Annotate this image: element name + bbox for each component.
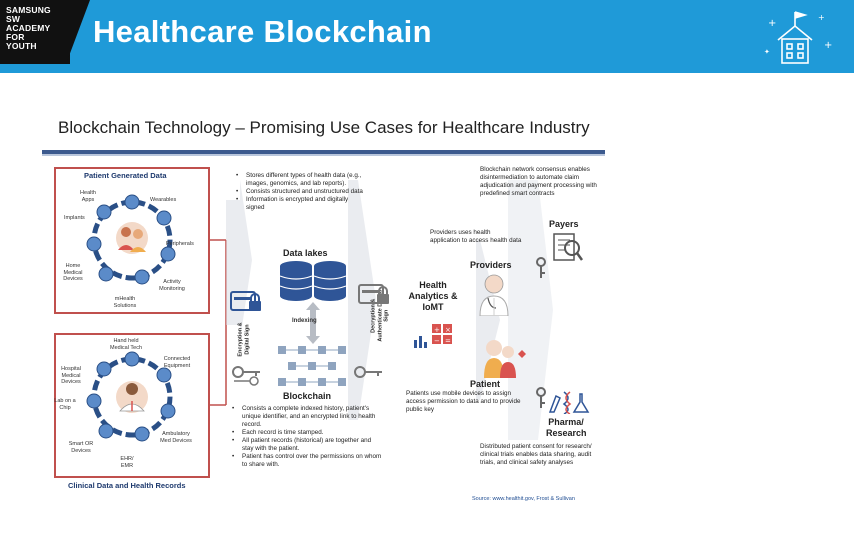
- payers-description: Blockchain network consensus enables dis…: [480, 166, 597, 197]
- samsung-sw-academy-logo: SAMSUNG SW ACADEMY FOR YOUTH: [0, 0, 70, 64]
- logo-corner-shape: [66, 0, 90, 64]
- svg-text:−: −: [434, 337, 440, 345]
- blockchain-heading: Blockchain: [283, 391, 332, 401]
- data-lakes-bullet: Information is encrypted and digitally s…: [236, 196, 366, 212]
- patient-generated-data-title: Patient Generated Data: [84, 171, 167, 180]
- blockchain-bullet: Consists a complete indexed history, pat…: [232, 405, 382, 429]
- pharma-research-description: Distributed patient consent for research…: [480, 443, 592, 466]
- svg-text:+: +: [824, 40, 832, 51]
- school-house-icon: + + + ✦: [764, 11, 832, 64]
- patient-description: Patients use mobile devices to assign ac…: [406, 390, 521, 413]
- encryption-digital-sign-label: Encryption & Digital Sign: [237, 322, 251, 357]
- data-lakes-description: Stores different types of health data (e…: [236, 172, 366, 212]
- label-mhealth-solutions: mHealth Solutions: [113, 296, 137, 309]
- payers-clipboard-icon: [553, 233, 584, 261]
- label-peripherals: Peripherals: [166, 241, 194, 247]
- label-smart-or-devices: Smart OR Devices: [68, 441, 94, 454]
- analytics-calculator-icon: + ×− =: [414, 324, 452, 348]
- clinical-data-title: Clinical Data and Health Records: [68, 481, 186, 490]
- svg-text:+: +: [768, 18, 776, 29]
- data-lakes-heading: Data lakes: [283, 248, 328, 258]
- page-title: Healthcare Blockchain: [93, 14, 432, 49]
- label-hospital-medical-devices: Hospital Medical Devices: [61, 366, 81, 385]
- blockchain-bullet: Patient has control over the permissions…: [232, 453, 382, 469]
- svg-text:=: =: [445, 337, 451, 345]
- providers-heading: Providers: [470, 260, 512, 270]
- decryption-lock-icon: [358, 284, 389, 304]
- slide-title: Blockchain Technology – Promising Use Ca…: [58, 118, 590, 137]
- blockchain-bullet: Each record is time stamped.: [232, 429, 382, 437]
- payers-heading: Payers: [549, 219, 579, 229]
- label-implants: Implants: [64, 215, 85, 221]
- label-wearables: Wearables: [150, 197, 177, 203]
- pharma-research-heading: Pharma/ Research: [546, 417, 587, 438]
- title-rule-light: [42, 154, 605, 156]
- label-ehr-emr: EHR/ EMR: [120, 456, 134, 469]
- encryption-lock-icon: [230, 291, 261, 311]
- label-home-medical-devices: Home Medical Devices: [63, 263, 83, 282]
- svg-text:×: ×: [445, 326, 451, 334]
- data-lakes-bullet: Stores different types of health data (e…: [236, 172, 366, 188]
- patient-icon: [484, 340, 526, 378]
- svg-text:+: +: [434, 326, 440, 334]
- key-icon: [232, 366, 260, 386]
- health-analytics-heading: Health Analytics & IoMT: [408, 280, 458, 312]
- svg-text:+: +: [818, 13, 825, 22]
- blockchain-description: Consists a complete indexed history, pat…: [232, 405, 382, 469]
- label-health-apps: Health Apps: [80, 190, 96, 203]
- key-icon: [536, 257, 546, 278]
- label-connected-equipment: Connected Equipment: [163, 356, 191, 369]
- source-citation: Source: www.healthit.gov, Frost & Sulliv…: [472, 496, 575, 502]
- blockchain-bullet: All patient records (historical) are tog…: [232, 437, 382, 453]
- logo-line: YOUTH: [6, 41, 37, 51]
- header-banner: SAMSUNG SW ACADEMY FOR YOUTH Healthcare …: [0, 0, 854, 73]
- patient-device-ring: [86, 194, 176, 285]
- doctor-icon: [479, 274, 509, 316]
- indexing-label: Indexing: [292, 318, 317, 324]
- data-lakes-bullet: Consists structured and unstructured dat…: [236, 188, 366, 196]
- label-activity-monitoring: Activity Monitoring: [159, 279, 185, 292]
- label-lab-on-a-chip: Lab on a Chip: [54, 398, 76, 411]
- pharma-research-icons: [548, 391, 590, 414]
- label-hand-held-medical-tech: Hand held Medical Tech: [110, 338, 142, 351]
- patient-heading: Patient: [470, 379, 501, 389]
- database-icon: [279, 261, 347, 301]
- svg-text:✦: ✦: [764, 48, 770, 56]
- key-icon: [354, 366, 382, 378]
- blockchain-blocks-icon: [278, 346, 346, 386]
- providers-description: Providers uses health application to acc…: [430, 229, 522, 244]
- label-ambulatory-med-devices: Ambulatory Med Devices: [160, 431, 192, 444]
